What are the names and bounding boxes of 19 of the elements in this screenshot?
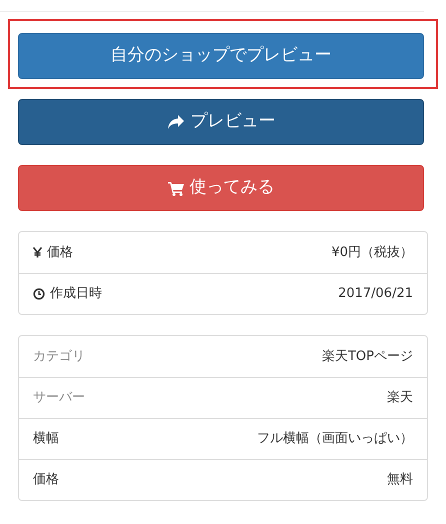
detail-value: 楽天: [387, 389, 413, 408]
yen-icon: [33, 247, 42, 258]
detail-label: カテゴリ: [33, 348, 85, 366]
action-button[interactable]: プレビュー: [18, 99, 424, 145]
action-button[interactable]: 自分のショップでプレビュー: [18, 33, 424, 79]
info-label: 価格: [47, 244, 73, 262]
action-button[interactable]: 使ってみる: [18, 165, 424, 211]
detail-value: 楽天TOPページ: [322, 348, 413, 366]
detail-value: 無料: [387, 471, 413, 490]
info-value: ¥0円（税抜）: [331, 244, 413, 262]
clock-icon: [33, 288, 45, 300]
detail-label: 横幅: [33, 430, 59, 448]
share-arrow-icon: [166, 114, 184, 130]
info-label: 作成日時: [50, 285, 102, 304]
detail-label: サーバー: [33, 389, 85, 408]
info-value: 2017/06/21: [338, 285, 413, 304]
detail-value: フル横幅（画面いっぱい）: [257, 430, 413, 448]
detail-label: 価格: [33, 471, 59, 490]
cart-icon: [168, 180, 184, 196]
